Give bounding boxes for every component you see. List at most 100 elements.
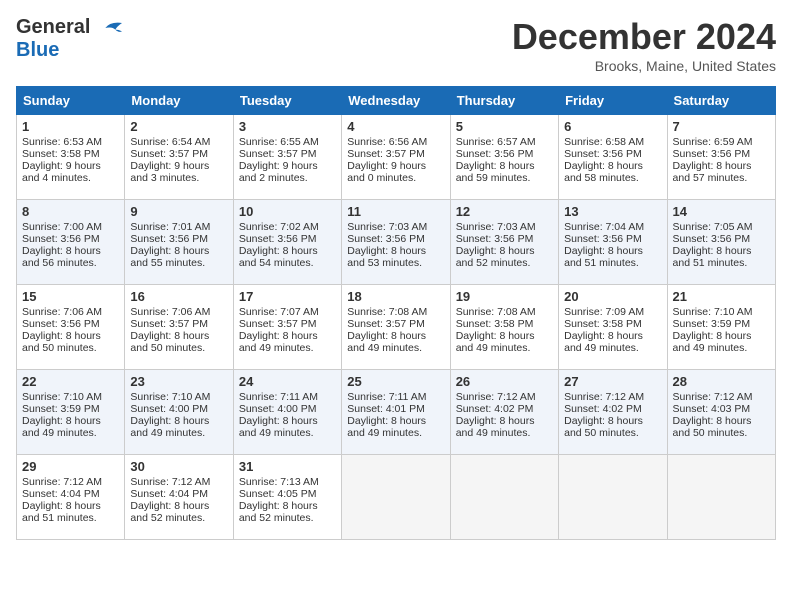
day-info-line: Daylight: 8 hours <box>347 330 444 342</box>
day-info-line: and 54 minutes. <box>239 257 336 269</box>
day-info-line: and 49 minutes. <box>239 342 336 354</box>
day-info-line: Sunset: 4:04 PM <box>130 488 227 500</box>
day-number: 4 <box>347 119 444 134</box>
weekday-header-monday: Monday <box>125 87 233 115</box>
calendar-cell: 13Sunrise: 7:04 AMSunset: 3:56 PMDayligh… <box>559 200 667 285</box>
day-number: 9 <box>130 204 227 219</box>
day-number: 24 <box>239 374 336 389</box>
day-info-line: Daylight: 8 hours <box>673 330 770 342</box>
day-info-line: Sunrise: 7:06 AM <box>130 306 227 318</box>
day-info-line: Sunrise: 6:57 AM <box>456 136 553 148</box>
day-info-line: and 51 minutes. <box>564 257 661 269</box>
calendar-cell <box>667 455 775 540</box>
day-number: 8 <box>22 204 119 219</box>
day-info-line: Sunset: 3:56 PM <box>239 233 336 245</box>
day-info-line: and 49 minutes. <box>347 427 444 439</box>
day-info-line: Sunset: 4:04 PM <box>22 488 119 500</box>
day-info-line: and 49 minutes. <box>239 427 336 439</box>
day-number: 1 <box>22 119 119 134</box>
day-info-line: and 50 minutes. <box>22 342 119 354</box>
title-block: December 2024 Brooks, Maine, United Stat… <box>512 16 776 74</box>
day-info-line: Sunrise: 7:11 AM <box>239 391 336 403</box>
day-info-line: and 50 minutes. <box>673 427 770 439</box>
day-info-line: Sunrise: 7:03 AM <box>456 221 553 233</box>
calendar-body: 1Sunrise: 6:53 AMSunset: 3:58 PMDaylight… <box>17 115 776 540</box>
day-info-line: Sunset: 3:56 PM <box>673 148 770 160</box>
day-info-line: and 57 minutes. <box>673 172 770 184</box>
day-info-line: and 49 minutes. <box>564 342 661 354</box>
day-number: 10 <box>239 204 336 219</box>
day-info-line: Sunset: 3:58 PM <box>456 318 553 330</box>
weekday-header-saturday: Saturday <box>667 87 775 115</box>
day-number: 17 <box>239 289 336 304</box>
calendar-cell: 14Sunrise: 7:05 AMSunset: 3:56 PMDayligh… <box>667 200 775 285</box>
day-info-line: Sunset: 3:56 PM <box>564 233 661 245</box>
day-info-line: Daylight: 9 hours <box>22 160 119 172</box>
day-info-line: and 51 minutes. <box>673 257 770 269</box>
logo-general: General <box>16 16 90 38</box>
day-info-line: Sunrise: 6:56 AM <box>347 136 444 148</box>
weekday-header-sunday: Sunday <box>17 87 125 115</box>
day-info-line: Daylight: 8 hours <box>456 330 553 342</box>
day-info-line: Daylight: 8 hours <box>456 160 553 172</box>
location: Brooks, Maine, United States <box>512 58 776 74</box>
day-info-line: Daylight: 8 hours <box>347 245 444 257</box>
day-info-line: Sunrise: 6:53 AM <box>22 136 119 148</box>
day-number: 12 <box>456 204 553 219</box>
logo-blue: Blue <box>16 39 126 62</box>
calendar-cell: 16Sunrise: 7:06 AMSunset: 3:57 PMDayligh… <box>125 285 233 370</box>
day-info-line: Sunrise: 7:11 AM <box>347 391 444 403</box>
day-info-line: Sunrise: 7:04 AM <box>564 221 661 233</box>
calendar-cell: 26Sunrise: 7:12 AMSunset: 4:02 PMDayligh… <box>450 370 558 455</box>
day-info-line: Daylight: 9 hours <box>239 160 336 172</box>
day-info-line: Sunrise: 7:10 AM <box>673 306 770 318</box>
calendar-cell: 19Sunrise: 7:08 AMSunset: 3:58 PMDayligh… <box>450 285 558 370</box>
day-info-line: Sunset: 3:56 PM <box>22 233 119 245</box>
day-number: 28 <box>673 374 770 389</box>
calendar-cell <box>450 455 558 540</box>
day-info-line: and 50 minutes. <box>564 427 661 439</box>
calendar-week-1: 1Sunrise: 6:53 AMSunset: 3:58 PMDaylight… <box>17 115 776 200</box>
day-number: 2 <box>130 119 227 134</box>
day-info-line: Daylight: 8 hours <box>130 330 227 342</box>
calendar-week-2: 8Sunrise: 7:00 AMSunset: 3:56 PMDaylight… <box>17 200 776 285</box>
calendar-cell: 31Sunrise: 7:13 AMSunset: 4:05 PMDayligh… <box>233 455 341 540</box>
day-info-line: Daylight: 8 hours <box>22 245 119 257</box>
calendar-cell <box>559 455 667 540</box>
day-number: 30 <box>130 459 227 474</box>
day-info-line: Daylight: 8 hours <box>239 330 336 342</box>
day-number: 23 <box>130 374 227 389</box>
calendar-cell: 12Sunrise: 7:03 AMSunset: 3:56 PMDayligh… <box>450 200 558 285</box>
day-info-line: and 59 minutes. <box>456 172 553 184</box>
day-number: 29 <box>22 459 119 474</box>
day-info-line: and 0 minutes. <box>347 172 444 184</box>
calendar-cell: 3Sunrise: 6:55 AMSunset: 3:57 PMDaylight… <box>233 115 341 200</box>
page-header: General Blue December 2024 Brooks, Maine… <box>16 16 776 74</box>
day-info-line: Sunset: 4:05 PM <box>239 488 336 500</box>
day-info-line: Sunrise: 7:03 AM <box>347 221 444 233</box>
day-info-line: Sunrise: 6:55 AM <box>239 136 336 148</box>
logo: General Blue <box>16 16 126 62</box>
day-info-line: Daylight: 8 hours <box>564 415 661 427</box>
day-number: 31 <box>239 459 336 474</box>
day-info-line: Daylight: 8 hours <box>456 245 553 257</box>
day-info-line: and 56 minutes. <box>22 257 119 269</box>
day-info-line: Daylight: 8 hours <box>456 415 553 427</box>
day-info-line: Sunrise: 7:06 AM <box>22 306 119 318</box>
calendar-week-3: 15Sunrise: 7:06 AMSunset: 3:56 PMDayligh… <box>17 285 776 370</box>
day-number: 14 <box>673 204 770 219</box>
day-info-line: Daylight: 8 hours <box>673 160 770 172</box>
day-info-line: Sunrise: 7:12 AM <box>564 391 661 403</box>
day-info-line: Sunrise: 7:01 AM <box>130 221 227 233</box>
calendar-cell: 2Sunrise: 6:54 AMSunset: 3:57 PMDaylight… <box>125 115 233 200</box>
day-info-line: and 51 minutes. <box>22 512 119 524</box>
calendar-cell: 4Sunrise: 6:56 AMSunset: 3:57 PMDaylight… <box>342 115 450 200</box>
day-number: 22 <box>22 374 119 389</box>
day-info-line: and 49 minutes. <box>22 427 119 439</box>
day-info-line: Daylight: 8 hours <box>239 245 336 257</box>
day-info-line: Sunset: 4:00 PM <box>130 403 227 415</box>
day-info-line: Daylight: 8 hours <box>239 415 336 427</box>
weekday-header-friday: Friday <box>559 87 667 115</box>
day-info-line: Sunset: 4:03 PM <box>673 403 770 415</box>
calendar-cell: 18Sunrise: 7:08 AMSunset: 3:57 PMDayligh… <box>342 285 450 370</box>
